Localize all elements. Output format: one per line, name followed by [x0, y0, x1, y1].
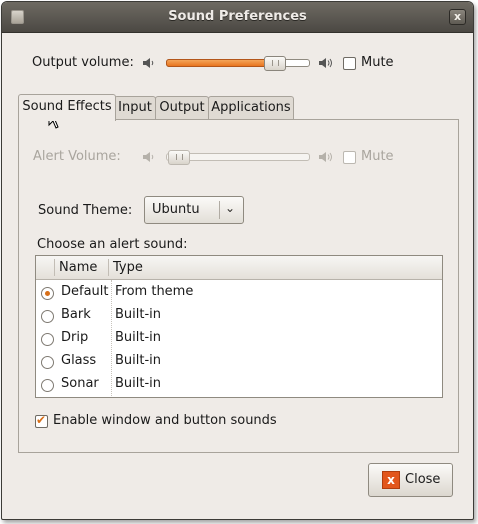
sound-type: From theme: [115, 284, 193, 299]
combo-separator: [219, 201, 220, 219]
output-volume-fill: [166, 59, 276, 67]
sound-theme-label: Sound Theme:: [38, 203, 132, 218]
mute-label: Mute: [361, 55, 394, 70]
alert-volume-max-icon: [318, 150, 334, 164]
alert-volume-min-icon: [142, 150, 156, 164]
output-volume-label: Output volume:: [32, 55, 134, 70]
list-item[interactable]: Drip Built-in: [36, 327, 442, 350]
list-header: Name Type: [36, 256, 442, 280]
column-header-type[interactable]: Type: [113, 260, 143, 275]
sound-type: Built-in: [115, 307, 161, 322]
volume-max-icon[interactable]: [318, 56, 334, 70]
sound-radio-drip[interactable]: [41, 333, 54, 346]
window-title: Sound Preferences: [2, 9, 473, 24]
mute-checkbox[interactable]: [343, 57, 356, 70]
alert-sound-list[interactable]: Name Type Default From theme Bark Built-…: [35, 255, 443, 398]
list-item[interactable]: Bark Built-in: [36, 304, 442, 327]
sound-radio-glass[interactable]: [41, 356, 54, 369]
alert-mute-checkbox: [343, 151, 356, 164]
sound-name: Sonar: [61, 376, 99, 391]
tab-sound-effects[interactable]: Sound Effects: [18, 94, 116, 121]
sound-theme-combo[interactable]: Ubuntu ⌄: [144, 196, 244, 224]
sound-name: Glass: [61, 353, 96, 368]
list-item[interactable]: Sonar Built-in: [36, 373, 442, 396]
title-bar: Sound Preferences x: [2, 2, 473, 33]
sound-radio-sonar[interactable]: [41, 379, 54, 392]
chevron-down-icon: ⌄: [225, 201, 235, 215]
alert-volume-label: Alert Volume:: [33, 149, 121, 164]
enable-sounds-label: Enable window and button sounds: [53, 413, 277, 428]
output-volume-handle[interactable]: [264, 56, 286, 71]
sound-radio-default[interactable]: [41, 287, 54, 300]
column-header-name[interactable]: Name: [59, 260, 97, 275]
volume-min-icon[interactable]: [142, 56, 156, 70]
close-button[interactable]: x Close: [368, 463, 453, 497]
sound-type: Built-in: [115, 330, 161, 345]
sound-type: Built-in: [115, 353, 161, 368]
close-button-label: Close: [405, 472, 440, 487]
sound-name: Drip: [61, 330, 88, 345]
alert-volume-handle: [168, 150, 190, 165]
header-separator: [108, 259, 109, 276]
alert-mute-label: Mute: [361, 149, 394, 164]
tab-output[interactable]: Output: [155, 96, 209, 119]
tab-input[interactable]: Input: [114, 96, 156, 119]
sound-radio-bark[interactable]: [41, 310, 54, 323]
close-icon: x: [382, 471, 400, 489]
tab-applications[interactable]: Applications: [208, 96, 294, 119]
enable-sounds-checkbox[interactable]: [35, 415, 48, 428]
sound-name: Bark: [61, 307, 91, 322]
sound-theme-value: Ubuntu: [152, 202, 200, 217]
choose-alert-label: Choose an alert sound:: [37, 237, 187, 252]
sound-name: Default: [61, 284, 109, 299]
list-item[interactable]: Glass Built-in: [36, 350, 442, 373]
list-item[interactable]: Default From theme: [36, 281, 442, 304]
header-separator: [54, 259, 55, 276]
sound-preferences-window: Sound Preferences x Output volume: Mute …: [1, 1, 474, 520]
sound-type: Built-in: [115, 376, 161, 391]
window-close-button[interactable]: x: [449, 9, 466, 25]
